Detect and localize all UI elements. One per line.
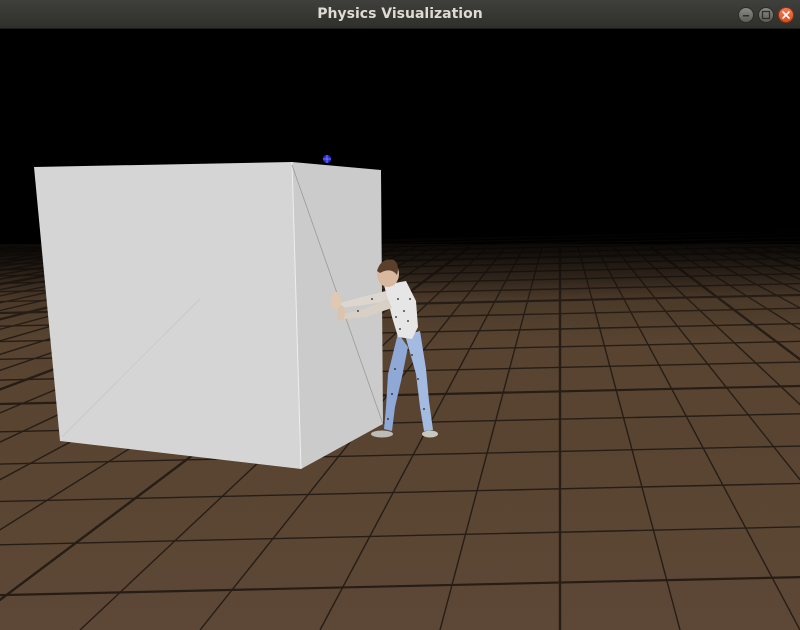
maximize-icon (761, 10, 771, 20)
box-front-face (34, 162, 301, 469)
title-bar[interactable]: Physics Visualization (0, 0, 800, 29)
window-title: Physics Visualization (317, 6, 483, 22)
physics-scene (0, 29, 800, 630)
pushable-box[interactable] (34, 161, 384, 470)
close-button[interactable] (778, 7, 794, 23)
minimize-button[interactable] (738, 7, 754, 23)
character-right-shoe (422, 430, 438, 438)
application-window: Physics Visualization (0, 0, 800, 630)
character-hand-lower (337, 305, 345, 321)
3d-viewport[interactable] (0, 29, 800, 630)
close-icon (782, 11, 790, 19)
character-left-shoe (371, 430, 393, 438)
maximize-button[interactable] (758, 7, 774, 23)
minimize-icon (743, 15, 749, 17)
